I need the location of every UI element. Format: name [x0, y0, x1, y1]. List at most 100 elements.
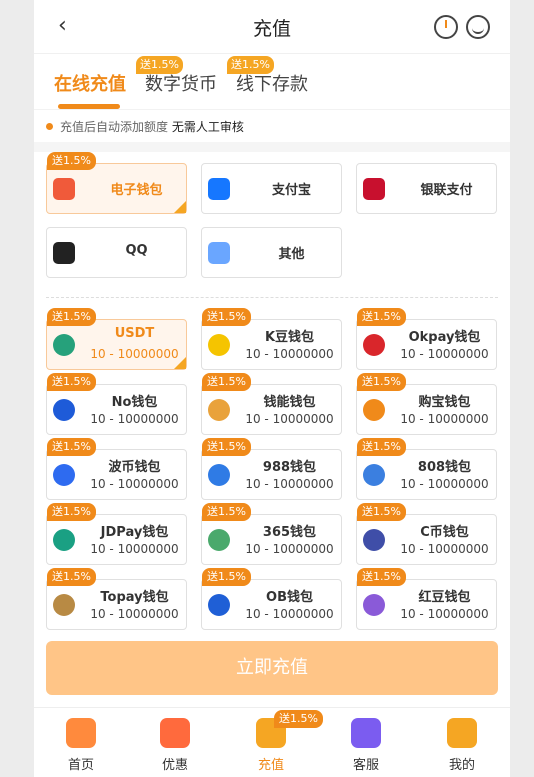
- clock-history-icon[interactable]: [434, 15, 458, 39]
- headset-icon: [351, 718, 381, 748]
- channel-name: 红豆钱包: [418, 590, 471, 605]
- hongdou-icon: [363, 594, 385, 616]
- customer-service-icon[interactable]: [466, 15, 490, 39]
- bonus-badge: 送1.5%: [357, 308, 406, 326]
- channel-name: K豆钱包: [264, 330, 315, 345]
- payment-method-card[interactable]: 其他: [201, 227, 342, 278]
- tab-badge: 送1.5%: [136, 56, 183, 74]
- channel-card[interactable]: 波币钱包 10 - 10000000 送1.5%: [46, 438, 187, 500]
- payment-method-card[interactable]: 电子钱包 送1.5%: [46, 152, 187, 214]
- kdou-icon: [208, 334, 230, 356]
- ob-icon: [208, 594, 230, 616]
- nav-item-user[interactable]: 我的: [432, 718, 492, 773]
- bobi-icon: [53, 464, 75, 486]
- channel-range: 10 - 10000000: [245, 542, 334, 556]
- bonus-badge: 送1.5%: [357, 373, 406, 391]
- notice-dot-icon: [46, 123, 53, 130]
- bonus-badge: 送1.5%: [47, 438, 96, 456]
- channel-card[interactable]: OB钱包 10 - 10000000 送1.5%: [201, 568, 342, 630]
- channel-range: 10 - 10000000: [90, 542, 179, 556]
- bonus-badge: 送1.5%: [357, 568, 406, 586]
- bonus-badge: 送1.5%: [47, 152, 96, 170]
- channel-range: 10 - 10000000: [90, 477, 179, 491]
- nav-label: 首页: [67, 758, 94, 773]
- background-left: [0, 0, 34, 777]
- channel-name: Okpay钱包: [408, 330, 481, 345]
- notice-text: 充值后自动添加额度: [60, 120, 169, 134]
- channel-range: 10 - 10000000: [245, 477, 334, 491]
- nav-item-headset[interactable]: 客服: [336, 718, 396, 773]
- channel-range: 10 - 10000000: [245, 607, 334, 621]
- channel-card[interactable]: 购宝钱包 10 - 10000000 送1.5%: [356, 373, 497, 435]
- tab-badge: 送1.5%: [227, 56, 274, 74]
- jdpay-icon: [53, 529, 75, 551]
- topay-icon: [53, 594, 75, 616]
- payment-method-label: 其他: [278, 247, 305, 262]
- payment-method-card[interactable]: 支付宝: [201, 163, 342, 214]
- 365-icon: [208, 529, 230, 551]
- usdt-icon: [53, 334, 75, 356]
- channel-card[interactable]: No钱包 10 - 10000000 送1.5%: [46, 373, 187, 435]
- bonus-badge: 送1.5%: [47, 568, 96, 586]
- channel-range: 10 - 10000000: [90, 347, 179, 361]
- section-divider: [34, 142, 510, 152]
- channel-card[interactable]: 红豆钱包 10 - 10000000 送1.5%: [356, 568, 497, 630]
- channel-name: 808钱包: [417, 460, 472, 475]
- cbi-icon: [363, 529, 385, 551]
- channel-range: 10 - 10000000: [90, 607, 179, 621]
- channel-range: 10 - 10000000: [400, 542, 489, 556]
- goubao-icon: [363, 399, 385, 421]
- gift-icon: [160, 718, 190, 748]
- channel-card[interactable]: 365钱包 10 - 10000000 送1.5%: [201, 503, 342, 565]
- channel-card[interactable]: 988钱包 10 - 10000000 送1.5%: [201, 438, 342, 500]
- notice-highlight: 无需人工审核: [171, 120, 244, 134]
- channel-range: 10 - 10000000: [245, 347, 334, 361]
- nav-badge: 送1.5%: [274, 710, 323, 728]
- channel-name: 988钱包: [262, 460, 317, 475]
- bottom-nav: 首页 优惠 充值 客服 我的: [34, 707, 510, 777]
- recharge-page: ‹ 充值 在线充值 数字货币 线下存款 充值后自动添加额度 无需人工审核 电子钱…: [34, 0, 510, 777]
- 988-icon: [208, 464, 230, 486]
- tab-active-indicator: [58, 104, 120, 109]
- notice-bar: 充值后自动添加额度 无需人工审核: [34, 110, 510, 142]
- tab-online-recharge[interactable]: 在线充值: [54, 70, 126, 96]
- payment-method-card[interactable]: 银联支付: [356, 163, 497, 214]
- channel-name: 钱能钱包: [263, 395, 316, 410]
- bonus-badge: 送1.5%: [47, 308, 96, 326]
- alipay-icon: [208, 178, 230, 200]
- wallet-icon: [53, 178, 75, 200]
- channel-card[interactable]: K豆钱包 10 - 10000000 送1.5%: [201, 308, 342, 370]
- nav-item-gift[interactable]: 优惠: [145, 718, 205, 773]
- channel-card[interactable]: 808钱包 10 - 10000000 送1.5%: [356, 438, 497, 500]
- payment-method-card[interactable]: QQ: [46, 227, 187, 278]
- selected-check-icon: [174, 357, 186, 369]
- 808-icon: [363, 464, 385, 486]
- payment-method-label: 银联支付: [420, 183, 473, 198]
- channel-card[interactable]: 钱能钱包 10 - 10000000 送1.5%: [201, 373, 342, 435]
- nav-label: 客服: [352, 758, 379, 773]
- channel-name: JDPay钱包: [100, 525, 169, 540]
- nav-item-home[interactable]: 首页: [51, 718, 111, 773]
- qianneng-icon: [208, 399, 230, 421]
- channel-card[interactable]: Topay钱包 10 - 10000000 送1.5%: [46, 568, 187, 630]
- recharge-now-button[interactable]: 立即充值: [46, 641, 498, 695]
- channel-range: 10 - 10000000: [400, 347, 489, 361]
- channel-card[interactable]: JDPay钱包 10 - 10000000 送1.5%: [46, 503, 187, 565]
- bonus-badge: 送1.5%: [47, 373, 96, 391]
- payment-method-label: 支付宝: [271, 183, 311, 198]
- user-icon: [447, 718, 477, 748]
- no-wallet-icon: [53, 399, 75, 421]
- channel-card[interactable]: C币钱包 10 - 10000000 送1.5%: [356, 503, 497, 565]
- nav-label: 充值: [257, 758, 284, 773]
- card-icon: [208, 242, 230, 264]
- channel-name: 购宝钱包: [418, 395, 471, 410]
- channel-name: No钱包: [111, 395, 158, 410]
- channel-name: 365钱包: [262, 525, 317, 540]
- unionpay-icon: [363, 178, 385, 200]
- channel-card[interactable]: Okpay钱包 10 - 10000000 送1.5%: [356, 308, 497, 370]
- channel-range: 10 - 10000000: [245, 412, 334, 426]
- dashed-divider: [46, 297, 498, 298]
- bonus-badge: 送1.5%: [357, 438, 406, 456]
- channel-card[interactable]: USDT 10 - 10000000 送1.5%: [46, 308, 187, 370]
- background-right: [510, 0, 534, 777]
